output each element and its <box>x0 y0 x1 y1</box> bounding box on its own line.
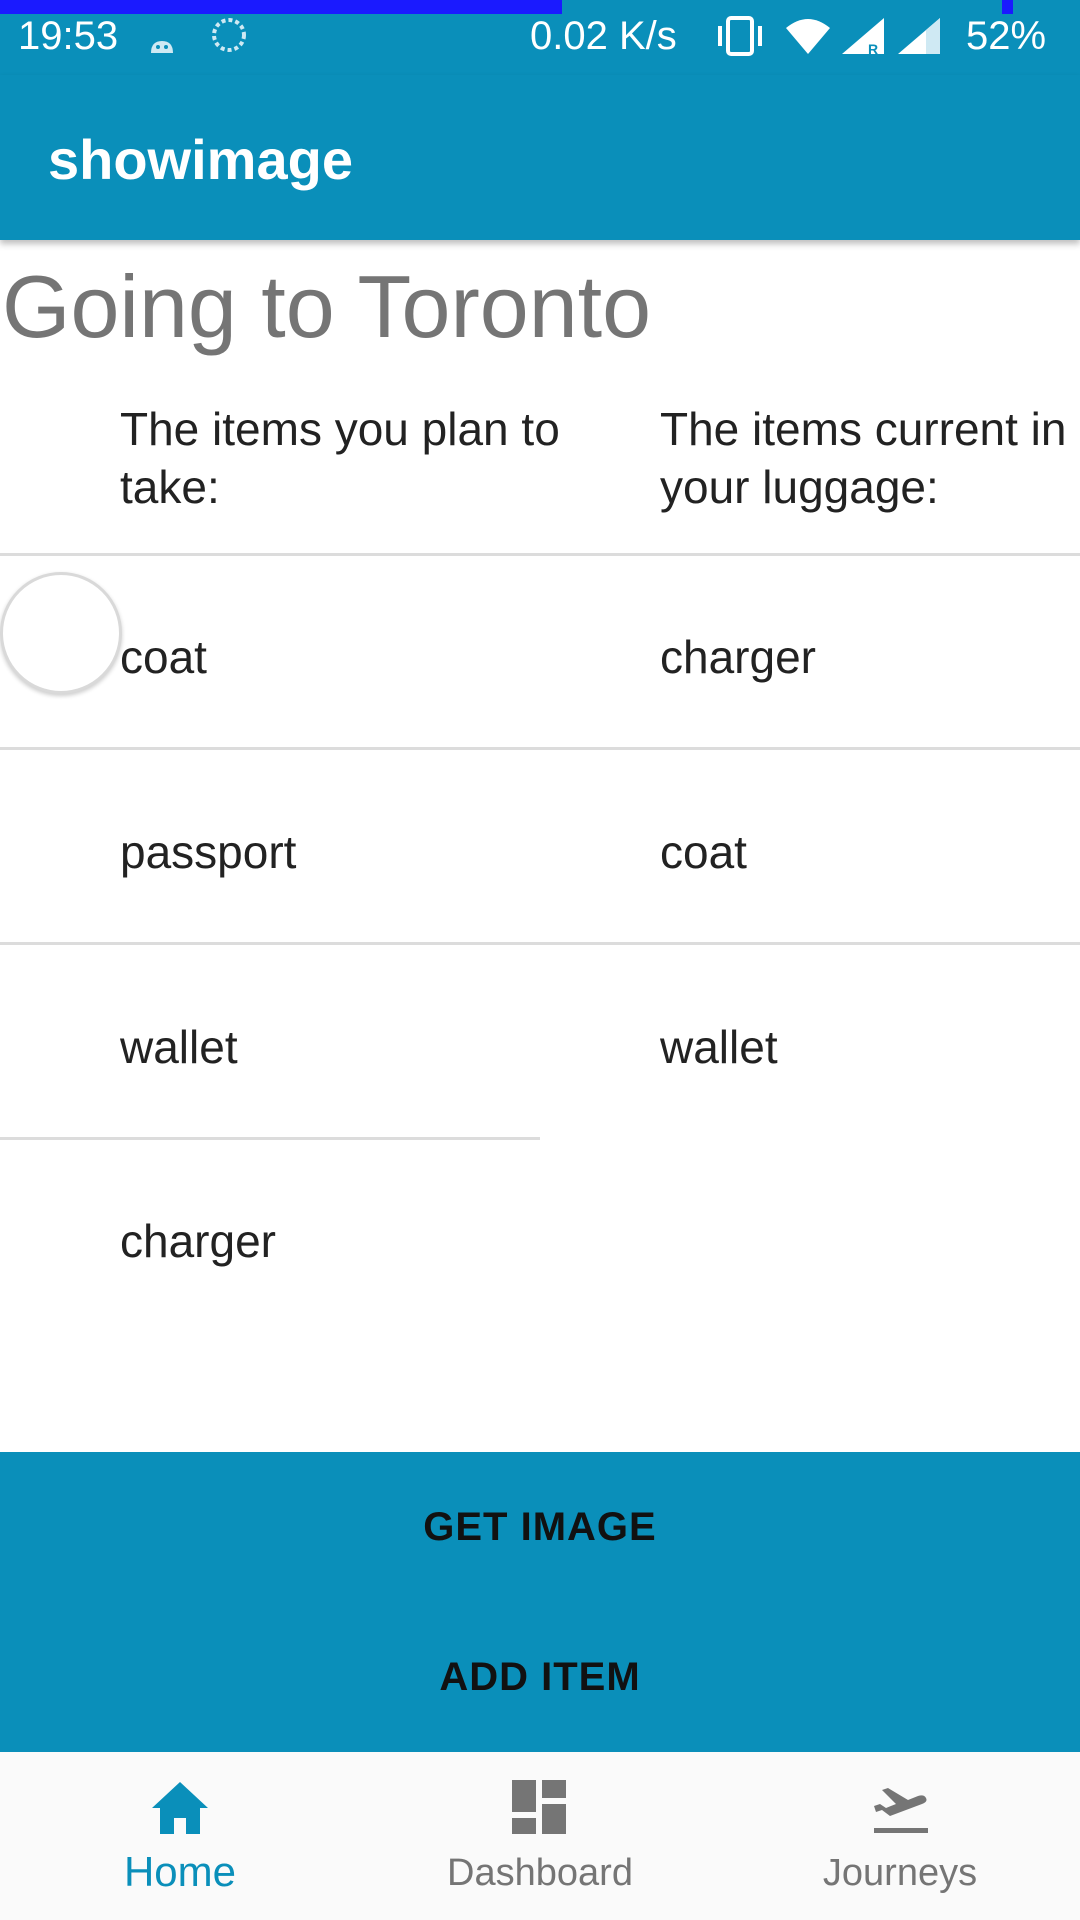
download-progress-bar <box>0 0 562 14</box>
nav-home[interactable]: Home <box>0 1752 360 1920</box>
bottom-navigation: Home Dashboard Journeys <box>0 1752 1080 1920</box>
battery-percent: 52% <box>966 14 1047 58</box>
divider <box>0 942 1080 945</box>
nav-journeys[interactable]: Journeys <box>720 1752 1080 1920</box>
divider <box>0 1137 540 1140</box>
nav-dashboard[interactable]: Dashboard <box>360 1752 720 1920</box>
download-progress-indicator <box>1002 0 1013 14</box>
touch-indicator <box>0 572 122 694</box>
wifi-icon <box>784 16 832 66</box>
app-bar: showimage <box>0 75 1080 240</box>
luggage-item[interactable]: charger <box>660 630 816 684</box>
svg-text:R: R <box>868 41 878 56</box>
sync-icon <box>210 16 248 54</box>
android-icon <box>148 22 176 67</box>
nav-home-label: Home <box>123 1848 237 1895</box>
home-icon <box>150 1778 210 1838</box>
luggage-item[interactable]: coat <box>660 825 747 879</box>
planned-item[interactable]: wallet <box>120 1020 238 1074</box>
luggage-item[interactable]: wallet <box>660 1020 778 1074</box>
vibrate-icon <box>712 14 768 68</box>
status-time: 19:53 <box>18 14 119 58</box>
signal-icon <box>896 16 944 66</box>
nav-dashboard-label: Dashboard <box>447 1852 633 1894</box>
planned-item[interactable]: coat <box>120 630 207 684</box>
network-speed: 0.02 K/s <box>530 14 677 58</box>
get-image-button[interactable]: GET IMAGE <box>0 1452 1080 1602</box>
flight-takeoff-icon <box>870 1778 930 1838</box>
signal-roaming-icon: R <box>840 16 888 66</box>
dashboard-icon <box>510 1778 570 1838</box>
app-title: showimage <box>48 128 353 191</box>
nav-journeys-label: Journeys <box>822 1852 978 1894</box>
add-item-button[interactable]: ADD ITEM <box>0 1602 1080 1752</box>
action-buttons: GET IMAGE ADD ITEM <box>0 1452 1080 1752</box>
page-title: Going to Toronto <box>2 257 652 356</box>
planned-items-header: The items you plan to take: <box>120 403 560 513</box>
planned-item[interactable]: charger <box>120 1214 276 1268</box>
planned-item[interactable]: passport <box>120 825 296 879</box>
status-bar: 19:53 0.02 K/s R 52% <box>0 0 1080 75</box>
divider <box>0 553 1080 556</box>
divider <box>0 747 1080 750</box>
luggage-items-header: The items current in your luggage: <box>660 403 1067 513</box>
